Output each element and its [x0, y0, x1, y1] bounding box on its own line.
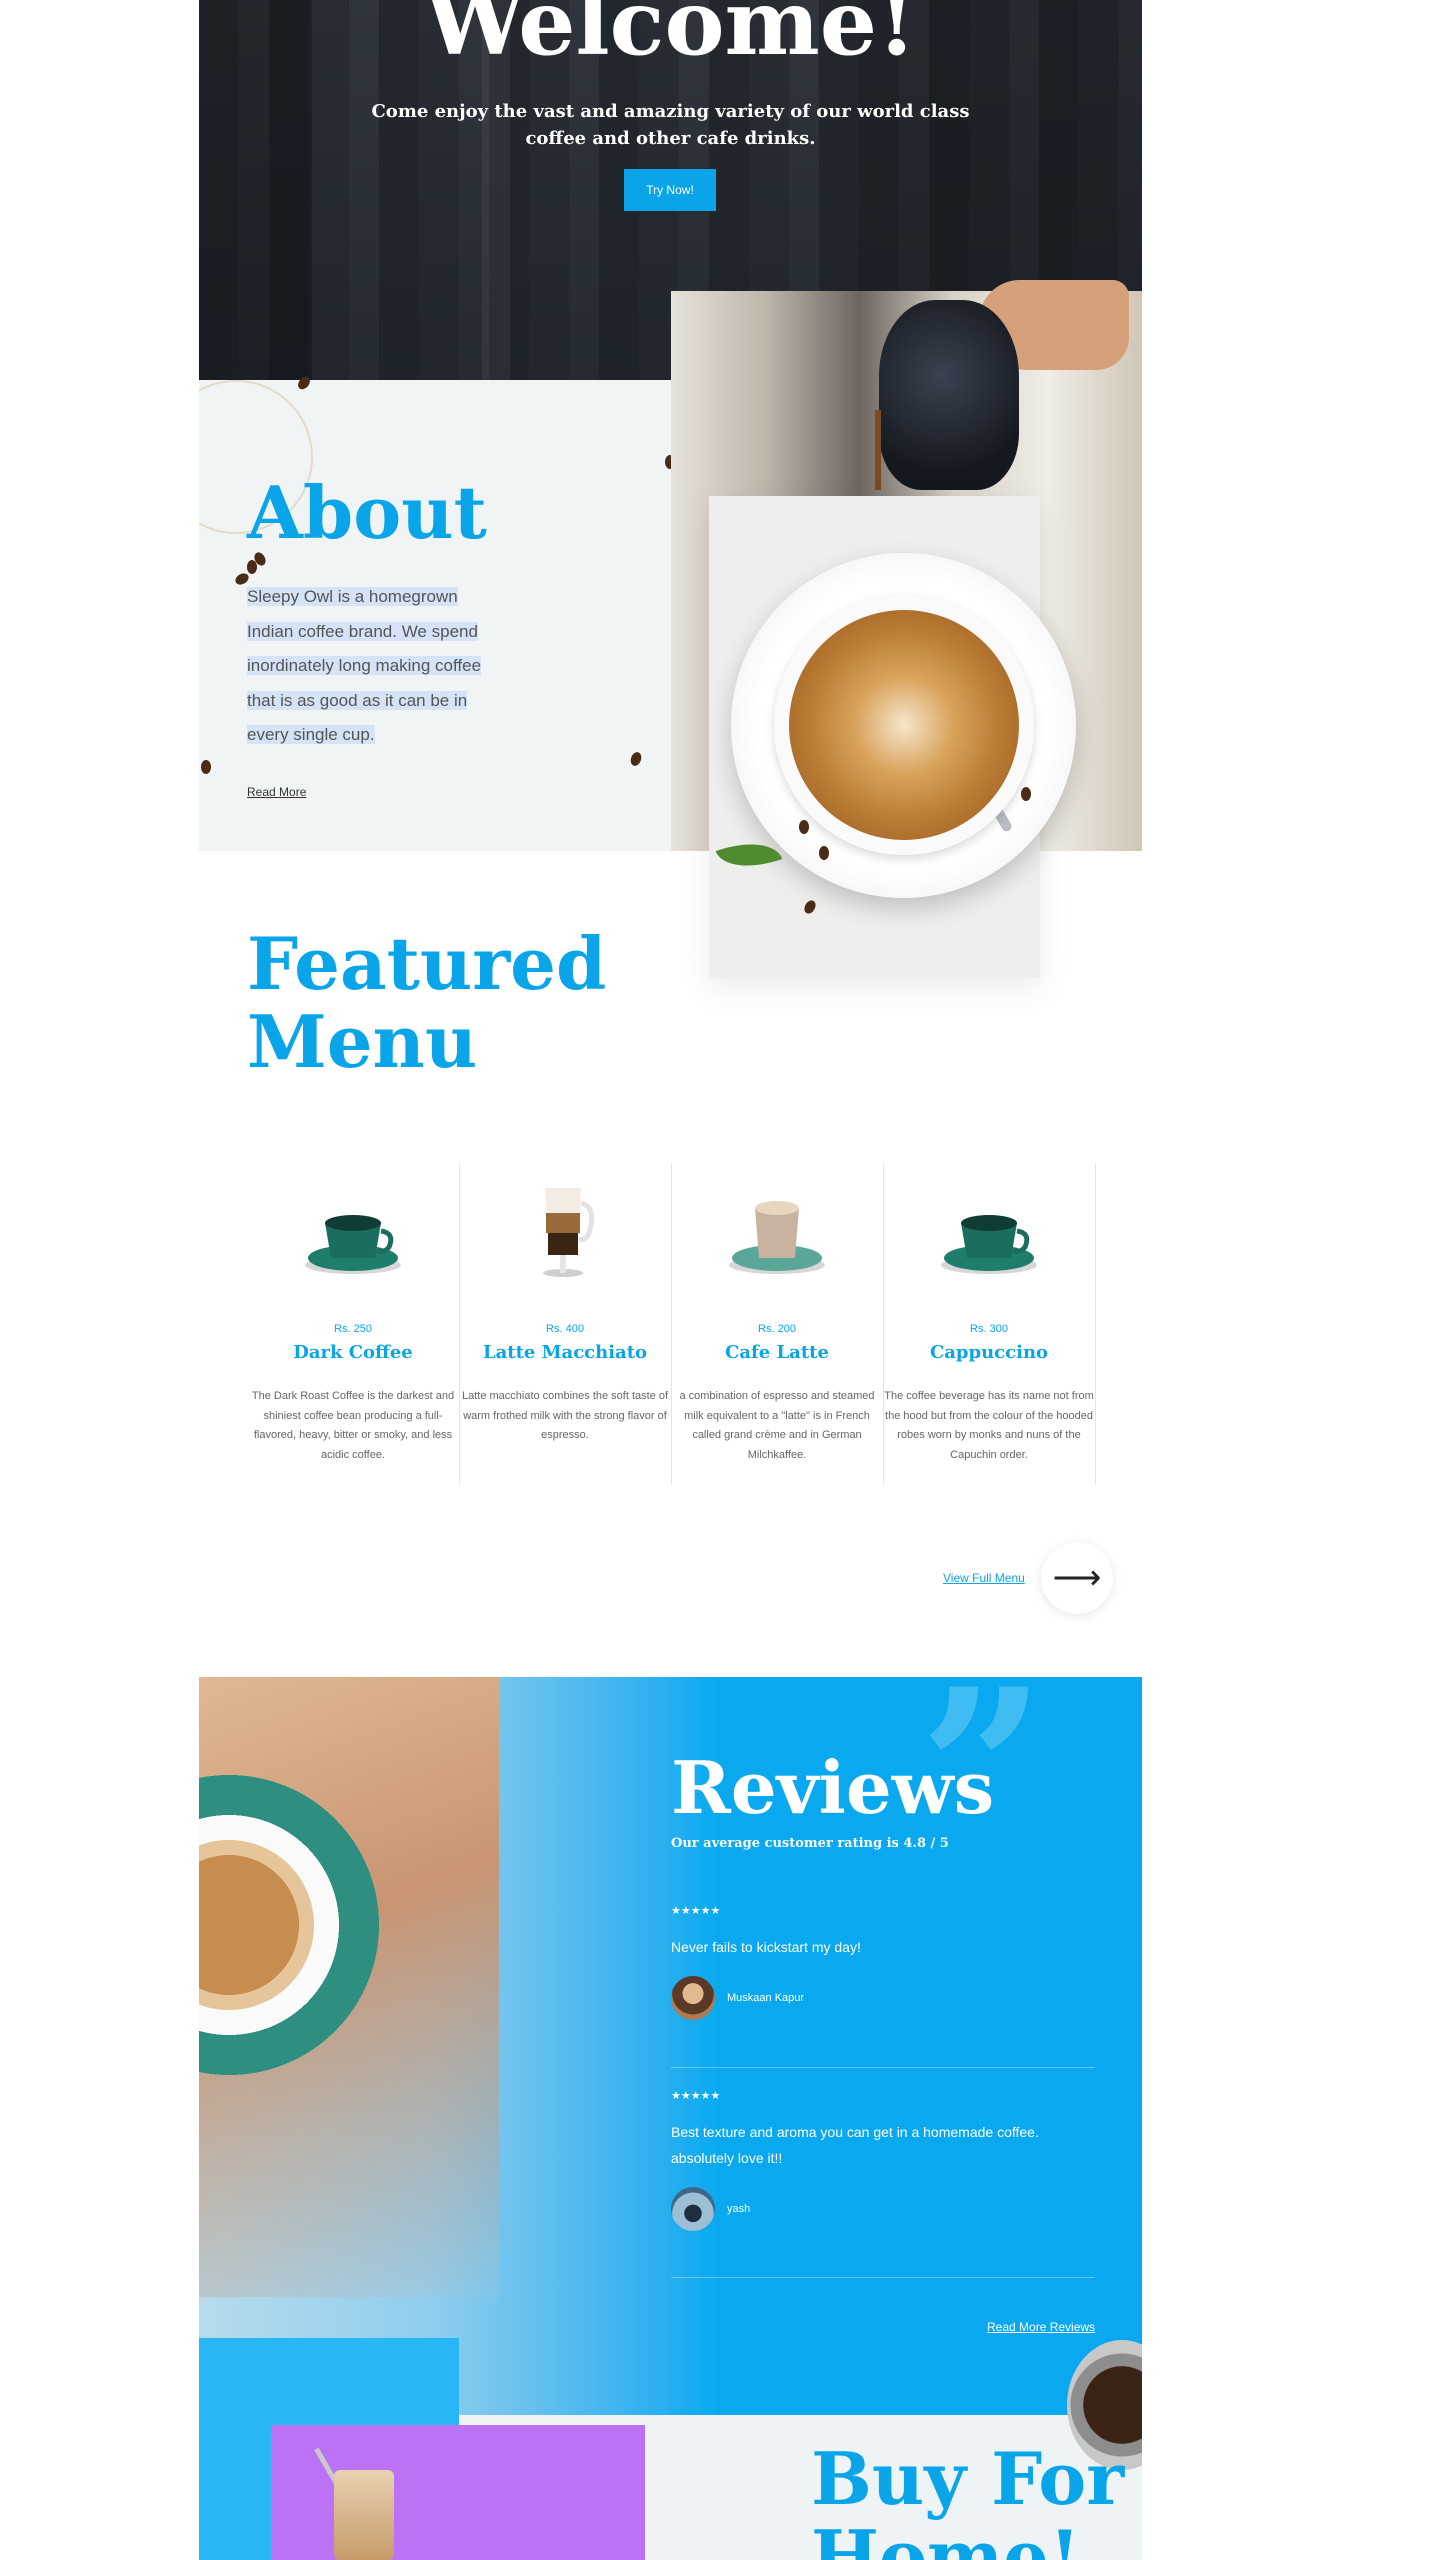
menu-item-description: Latte macchiato combines the soft taste … [461, 1390, 669, 1441]
menu-item-name: Cappuccino [929, 1342, 1049, 1363]
star-rating-icon: ★★★★★ [671, 1905, 721, 1917]
reviewer-name: Muskaan Kapur [727, 1992, 805, 2004]
latte-cup-icon [729, 1201, 825, 1274]
star-rating-icon: ★★★★★ [671, 2090, 721, 2102]
hero-subtitle: Come enjoy the vast and amazing variety … [371, 101, 970, 149]
menu-item-description: a combination of espresso and steamed mi… [679, 1390, 875, 1461]
divider [671, 2277, 1095, 2278]
buy-title-line1: Buy For [811, 2436, 1125, 2521]
buy-product-card [271, 2425, 645, 2560]
review-text: Best texture and aroma you can get in a … [671, 2124, 1039, 2166]
coffee-bean-icon [819, 846, 829, 860]
coffee-pot-image [879, 300, 1019, 490]
reviews-title: Reviews [671, 1745, 995, 1830]
coffee-stream-image [875, 410, 881, 490]
menu-item-dark-coffee[interactable]: Rs. 250 Dark Coffee The Dark Roast Coffe… [247, 1163, 460, 1485]
menu-item-name: Cafe Latte [725, 1342, 829, 1363]
featured-menu-grid: Rs. 250 Dark Coffee The Dark Roast Coffe… [247, 1163, 1099, 1485]
hero-title: Welcome! [424, 0, 917, 76]
about-text-highlight: Sleepy Owl is a homegrown Indian coffee … [247, 587, 482, 744]
menu-item-cappuccino[interactable]: Rs. 300 Cappuccino The coffee beverage h… [883, 1163, 1096, 1485]
read-more-reviews-link[interactable]: Read More Reviews [987, 2320, 1095, 2334]
latte-art-image [789, 610, 1019, 840]
menu-item-name: Latte Macchiato [482, 1342, 648, 1363]
buy-for-home-title: Buy For Home! [811, 2440, 1124, 2560]
about-read-more-link[interactable]: Read More [247, 785, 306, 799]
menu-item-description: The Dark Roast Coffee is the darkest and… [251, 1390, 455, 1461]
teacup-icon [305, 1215, 401, 1274]
avatar [671, 1976, 715, 2020]
page: Welcome! Come enjoy the vast and amazing… [199, 0, 1142, 2560]
featured-title-line1: Featured [247, 921, 607, 1006]
featured-menu-title: Featured Menu [247, 925, 606, 1081]
about-title: About [247, 470, 487, 555]
featured-title-line2: Menu [247, 999, 478, 1084]
buy-title-line2: Home! [811, 2514, 1081, 2560]
menu-item-price: Rs. 250 [334, 1323, 372, 1335]
hand-holding-cup-image [199, 1677, 499, 2297]
view-full-menu-link[interactable]: View Full Menu [943, 1571, 1025, 1585]
menu-item-latte-macchiato[interactable]: Rs. 400 Latte Macchiato Latte macchiato … [459, 1163, 672, 1485]
try-now-button[interactable]: Try Now! [624, 169, 716, 211]
menu-item-description: The coffee beverage has its name not fro… [884, 1390, 1094, 1461]
avatar [671, 2187, 715, 2231]
coffee-bean-icon [1021, 787, 1031, 801]
teacup-icon [941, 1215, 1037, 1274]
about-text: Sleepy Owl is a homegrown Indian coffee … [247, 580, 492, 753]
reviews-rating: Our average customer rating is 4.8 / 5 [671, 1836, 949, 1851]
menu-item-price: Rs. 300 [970, 1323, 1008, 1335]
coffee-bean-icon [799, 820, 809, 834]
latte-glass-icon [543, 1188, 595, 1277]
iced-coffee-image [334, 2470, 394, 2560]
coffee-bean-icon [201, 760, 211, 774]
menu-item-name: Dark Coffee [293, 1342, 413, 1363]
menu-item-price: Rs. 200 [758, 1323, 796, 1335]
review-text: Never fails to kickstart my day! [671, 1939, 861, 1955]
menu-item-price: Rs. 400 [546, 1323, 584, 1335]
menu-item-cafe-latte[interactable]: Rs. 200 Cafe Latte a combination of espr… [671, 1163, 884, 1485]
reviewer-name: yash [727, 2203, 751, 2215]
arrow-right-icon[interactable]: ⟶ [1041, 1542, 1113, 1614]
divider [671, 2067, 1095, 2068]
